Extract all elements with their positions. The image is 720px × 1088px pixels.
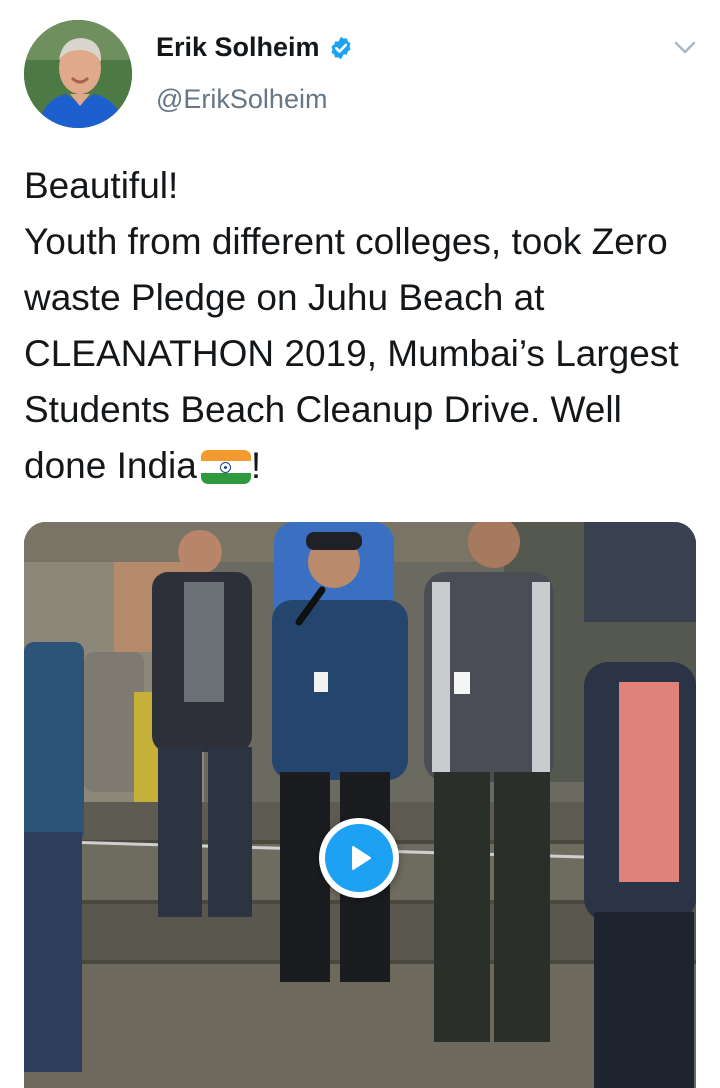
video-frame-image: [24, 522, 696, 1088]
tweet-trailing-text: !: [250, 445, 262, 486]
tweet-header: Erik Solheim @ErikSolheim: [0, 0, 720, 140]
tweet-text: Beautiful! Youth from different colleges…: [24, 158, 700, 494]
author-handle[interactable]: @ErikSolheim: [156, 84, 327, 115]
avatar[interactable]: [24, 20, 132, 128]
author-display-name[interactable]: Erik Solheim: [156, 32, 320, 63]
play-triangle-icon: [352, 846, 371, 870]
verified-badge-icon: [331, 36, 351, 59]
chevron-down-icon[interactable]: [672, 38, 698, 58]
india-flag-icon: [200, 450, 251, 484]
video-thumbnail[interactable]: [24, 522, 696, 1088]
play-icon: [325, 824, 393, 892]
avatar-image: [24, 20, 132, 128]
author-name-row: Erik Solheim: [156, 32, 354, 63]
play-button[interactable]: [319, 818, 399, 898]
tweet-body: Beautiful! Youth from different colleges…: [24, 165, 679, 486]
